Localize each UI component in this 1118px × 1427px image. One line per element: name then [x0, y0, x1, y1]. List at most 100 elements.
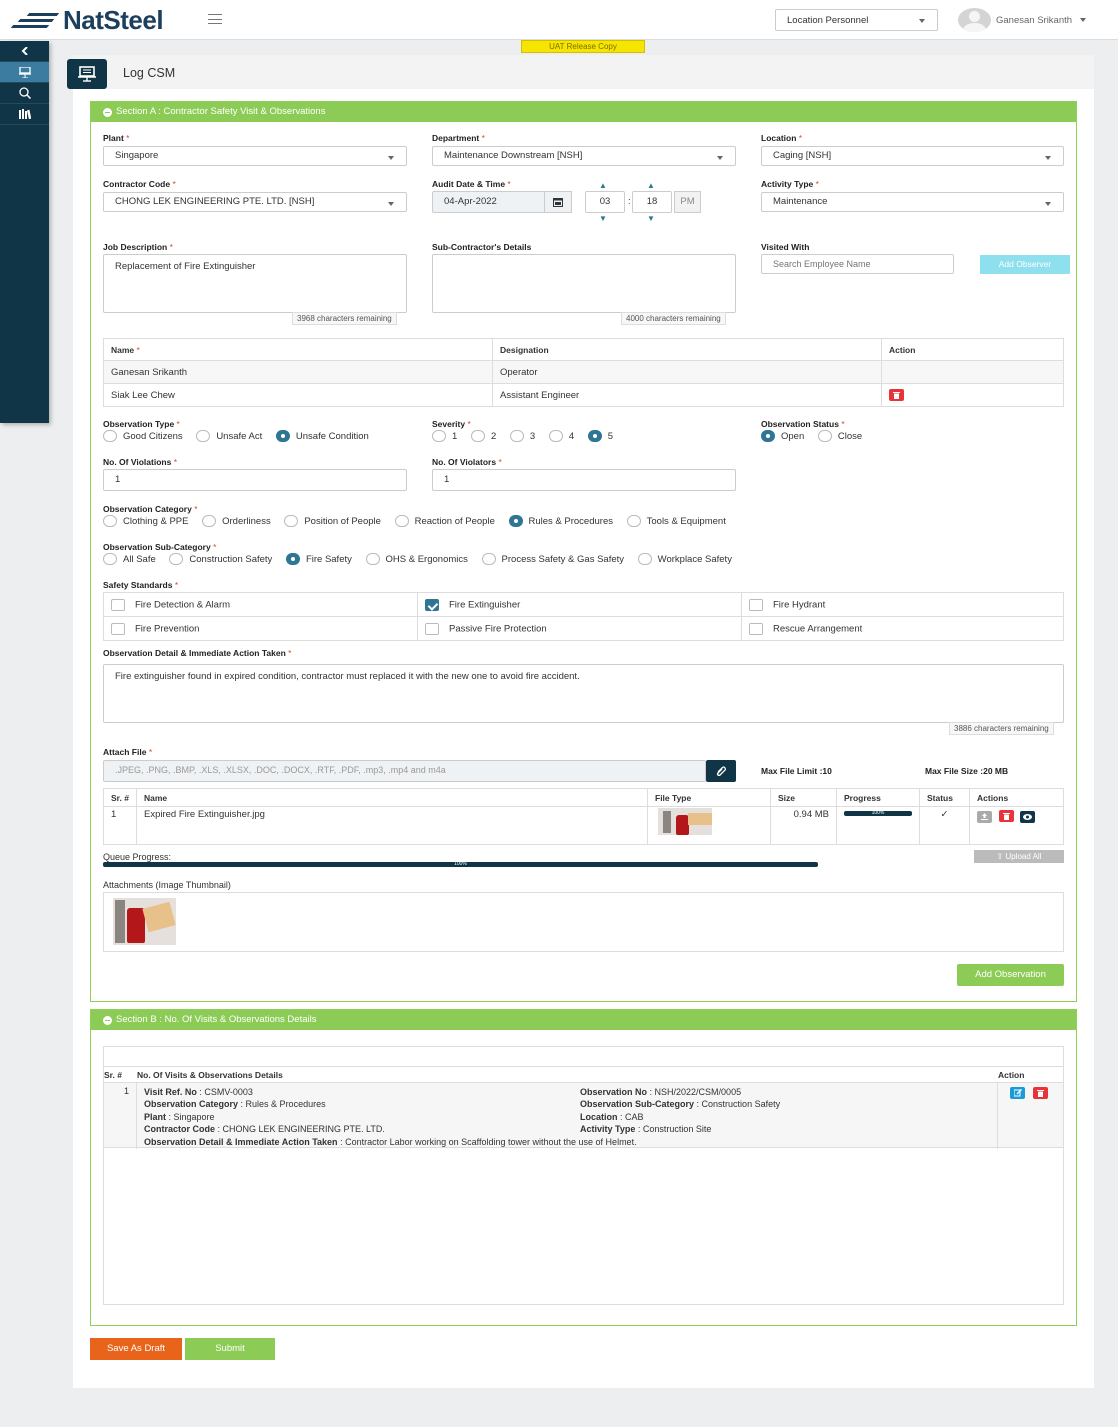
visited-with-label: Visited With	[761, 242, 810, 252]
severity-group: 1 2 3 4 5	[432, 430, 624, 445]
calendar-icon[interactable]	[544, 191, 572, 213]
observer-table: Name * Designation Action Ganesan Srikan…	[103, 338, 1064, 407]
sub-contractor-remaining: 4000 characters remaining	[621, 312, 726, 325]
add-observer-button[interactable]: Add Observer	[980, 255, 1070, 274]
radio-severity-4[interactable]: 4	[548, 430, 574, 442]
submit-button[interactable]: Submit	[185, 1338, 275, 1360]
visits-table-box: Sr. # No. Of Visits & Observations Detai…	[103, 1046, 1064, 1305]
job-description-textarea[interactable]: Replacement of Fire Extinguisher	[103, 254, 407, 313]
delete-observer-button[interactable]	[889, 388, 904, 401]
radio-good-citizens[interactable]: Good Citizens	[103, 430, 183, 442]
attachment-thumbnail[interactable]	[113, 898, 176, 945]
observer-action	[881, 360, 1064, 384]
radio-process-gas-safety[interactable]: Process Safety & Gas Safety	[481, 553, 624, 565]
file-progress: 100%	[836, 806, 920, 845]
radio-severity-3[interactable]: 3	[509, 430, 535, 442]
radio-clothing-ppe[interactable]: Clothing & PPE	[103, 515, 188, 527]
edit-visit-button[interactable]	[1010, 1087, 1025, 1099]
severity-label: Severity *	[432, 419, 471, 429]
table-row: Siak Lee Chew Assistant Engineer	[103, 383, 1064, 407]
attach-file-label: Attach File *	[103, 747, 153, 757]
visited-with-search-input[interactable]	[761, 254, 954, 274]
hour-up-icon[interactable]: ▲	[599, 181, 607, 190]
checkbox-rescue-arrangement[interactable]: Rescue Arrangement	[741, 616, 1064, 641]
audit-date-input[interactable]: 04-Apr-2022	[432, 191, 545, 213]
section-b-header[interactable]: Section B : No. Of Visits & Observations…	[91, 1010, 1076, 1030]
sub-contractor-textarea[interactable]	[432, 254, 736, 313]
section-b: Section B : No. Of Visits & Observations…	[90, 1009, 1077, 1326]
radio-ohs-ergonomics[interactable]: OHS & Ergonomics	[365, 553, 468, 565]
sub-contractor-label: Sub-Contractor's Details	[432, 242, 532, 252]
col-name: Name *	[103, 338, 493, 361]
observation-detail-textarea[interactable]: Fire extinguisher found in expired condi…	[103, 664, 1064, 723]
view-file-button[interactable]	[1020, 811, 1036, 823]
department-select[interactable]: Maintenance Downstream [NSH]	[432, 146, 736, 166]
role-select[interactable]: Location Personnel	[775, 9, 938, 31]
collapse-sidebar-icon[interactable]	[0, 41, 49, 62]
radio-position-of-people[interactable]: Position of People	[284, 515, 381, 527]
add-observation-button[interactable]: Add Observation	[957, 964, 1064, 986]
radio-close[interactable]: Close	[817, 430, 862, 442]
checkbox-passive-fire-protection[interactable]: Passive Fire Protection	[417, 616, 742, 641]
radio-rules-procedures[interactable]: Rules & Procedures	[508, 515, 613, 527]
radio-construction-safety[interactable]: Construction Safety	[169, 553, 272, 565]
save-as-draft-button[interactable]: Save As Draft	[90, 1338, 182, 1360]
radio-severity-5[interactable]: 5	[587, 430, 613, 442]
radio-tools-equipment[interactable]: Tools & Equipment	[626, 515, 726, 527]
plant-select[interactable]: Singapore	[103, 146, 407, 166]
radio-orderliness[interactable]: Orderliness	[202, 515, 271, 527]
contractor-code-select[interactable]: CHONG LEK ENGINEERING PTE. LTD. [NSH]	[103, 192, 407, 212]
delete-file-button[interactable]	[998, 810, 1014, 822]
attach-file-input[interactable]: .JPEG, .PNG, .BMP, .XLS, .XLSX, .DOC, .D…	[103, 760, 706, 782]
radio-unsafe-act[interactable]: Unsafe Act	[196, 430, 262, 442]
trash-icon	[893, 391, 900, 399]
radio-severity-2[interactable]: 2	[470, 430, 496, 442]
sidebar-item-library[interactable]	[0, 104, 49, 125]
observation-detail-label: Observation Detail & Immediate Action Ta…	[103, 648, 292, 658]
checkbox-fire-hydrant[interactable]: Fire Hydrant	[741, 592, 1064, 617]
radio-workplace-safety[interactable]: Workplace Safety	[637, 553, 732, 565]
upload-file-button[interactable]	[977, 810, 992, 823]
minute-down-icon[interactable]: ▼	[647, 214, 655, 223]
sidebar-item-search[interactable]	[0, 83, 49, 104]
violations-input[interactable]: 1	[103, 469, 407, 491]
activity-type-select[interactable]: Maintenance	[761, 192, 1064, 212]
natsteel-logo[interactable]: NatSteel	[10, 5, 164, 35]
minute-up-icon[interactable]: ▲	[647, 181, 655, 190]
menu-toggle-icon[interactable]	[208, 14, 222, 24]
sidebar-item-presentation[interactable]	[0, 62, 49, 83]
observation-subcategory-label: Observation Sub-Category *	[103, 542, 217, 552]
hour-down-icon[interactable]: ▼	[599, 214, 607, 223]
radio-all-safe[interactable]: All Safe	[103, 553, 156, 565]
chevron-down-icon	[1045, 202, 1051, 206]
chevron-down-icon	[919, 19, 925, 23]
minute-input[interactable]: 18	[632, 191, 672, 213]
checkbox-fire-extinguisher[interactable]: Fire Extinguisher	[417, 592, 742, 617]
location-select[interactable]: Caging [NSH]	[761, 146, 1064, 166]
audit-date-label: Audit Date & Time *	[432, 179, 511, 189]
upload-file-table: Sr. # Name File Type Size Progress Statu…	[103, 788, 1064, 845]
trash-icon	[1002, 813, 1010, 820]
checkbox-fire-detection-alarm[interactable]: Fire Detection & Alarm	[103, 592, 418, 617]
user-menu[interactable]: Ganesan Srikanth	[958, 8, 1087, 32]
section-a-header[interactable]: Section A : Contractor Safety Visit & Ob…	[91, 102, 1076, 122]
hour-input[interactable]: 03	[585, 191, 625, 213]
upload-all-button[interactable]: ⇧ Upload All	[974, 850, 1064, 863]
delete-visit-button[interactable]	[1033, 1087, 1048, 1099]
radio-reaction-of-people[interactable]: Reaction of People	[394, 515, 495, 527]
observation-category-label: Observation Category *	[103, 504, 198, 514]
role-select-value: Location Personnel	[787, 15, 869, 26]
ampm-toggle[interactable]: PM	[674, 191, 701, 213]
checkbox-fire-prevention[interactable]: Fire Prevention	[103, 616, 418, 641]
radio-open[interactable]: Open	[761, 430, 804, 442]
radio-fire-safety[interactable]: Fire Safety	[285, 553, 352, 565]
paperclip-icon[interactable]	[706, 760, 736, 782]
department-label: Department *	[432, 133, 485, 143]
radio-severity-1[interactable]: 1	[432, 430, 457, 442]
activity-type-label: Activity Type *	[761, 179, 819, 189]
attachments-thumbnail-box	[103, 892, 1064, 952]
col-file-type: File Type	[647, 788, 771, 807]
violators-input[interactable]: 1	[432, 469, 736, 491]
section-b-title: Section B : No. Of Visits & Observations…	[116, 1014, 317, 1025]
radio-unsafe-condition[interactable]: Unsafe Condition	[275, 430, 369, 442]
